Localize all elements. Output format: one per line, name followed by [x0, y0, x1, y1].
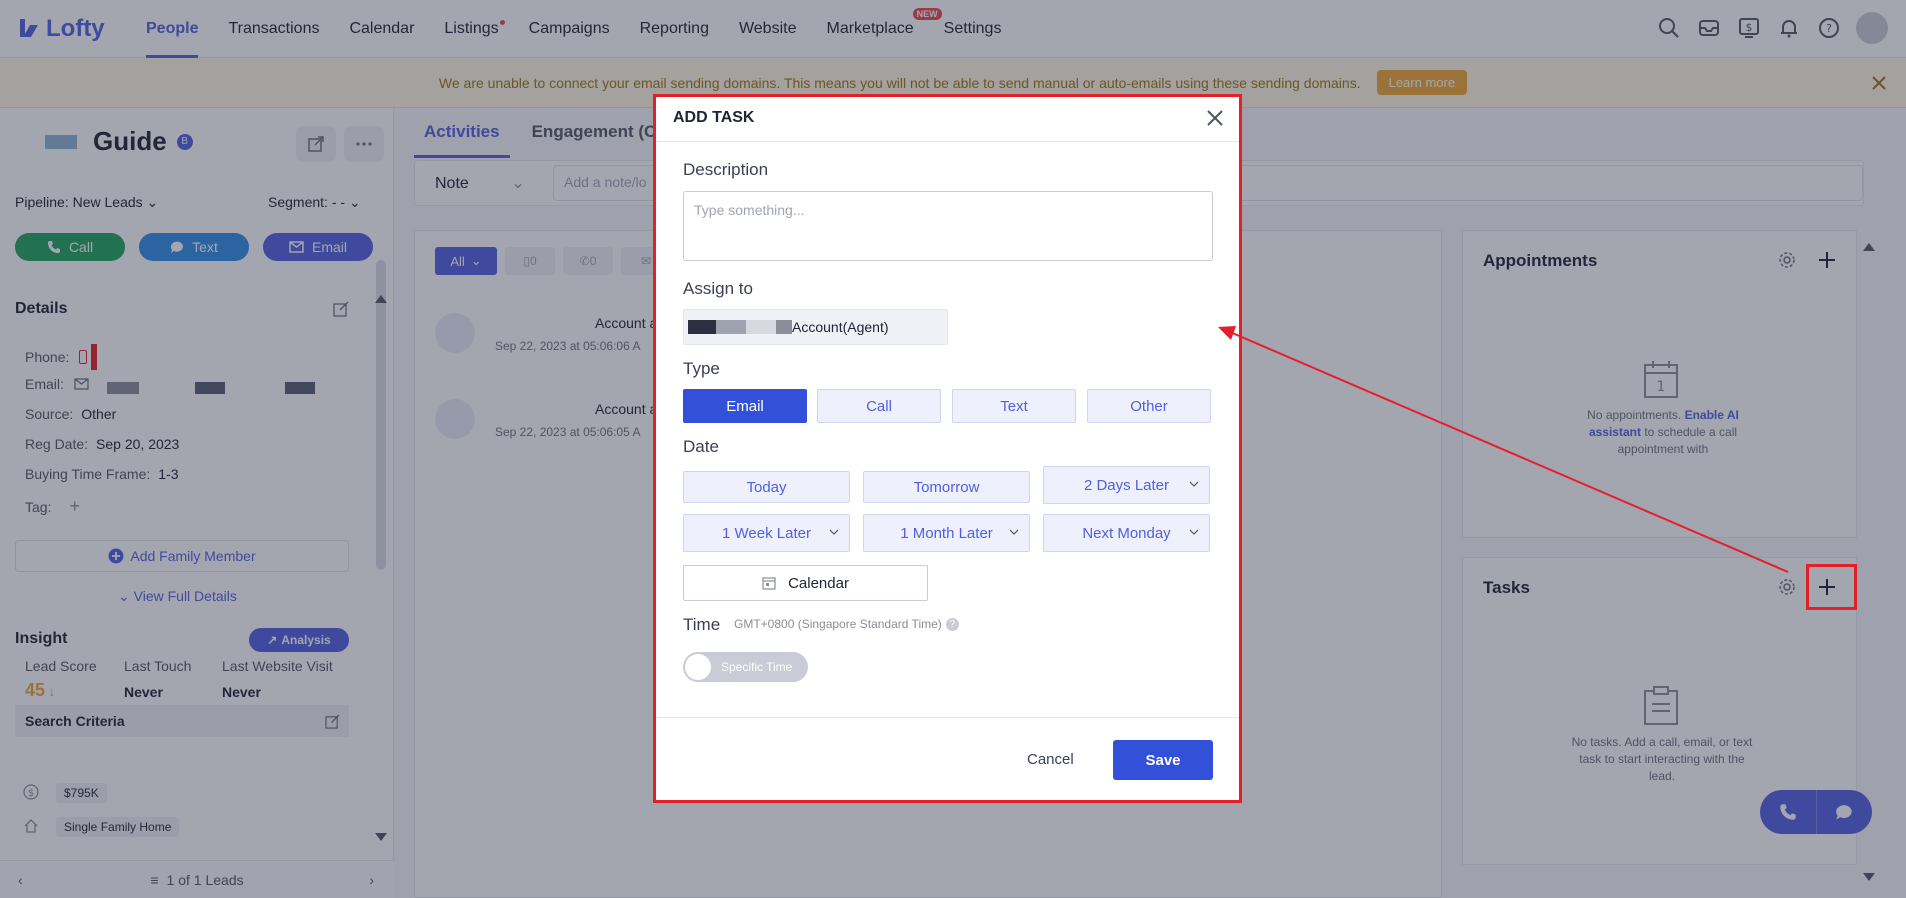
annotation-modal-box [653, 94, 1242, 803]
annotation-add-task-box [1806, 564, 1857, 610]
